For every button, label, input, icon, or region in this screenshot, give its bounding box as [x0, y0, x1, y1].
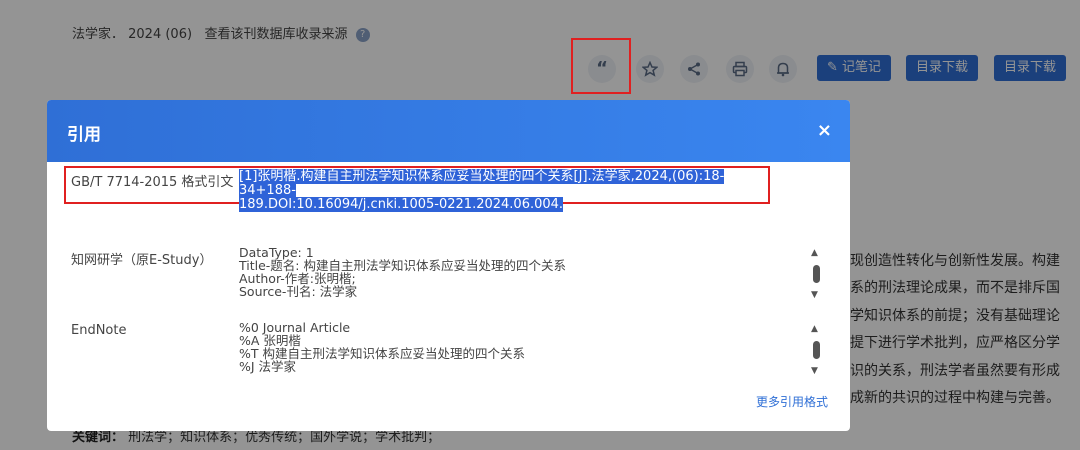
endnote-scrollbar[interactable]: ▲ ▼ — [809, 324, 823, 380]
estudy-citation-text[interactable]: DataType: 1 Title-题名: 构建自主刑法学知识体系应妥当处理的四… — [239, 246, 566, 298]
gb-citation-line-2: 189.DOI:10.16094/j.cnki.1005-0221.2024.0… — [239, 197, 564, 212]
estudy-line: Source-刊名: 法学家 — [239, 284, 358, 299]
gb-format-label: GB/T 7714-2015 格式引文 — [71, 175, 234, 190]
endnote-citation-text[interactable]: %0 Journal Article %A 张明楷 %T 构建自主刑法学知识体系… — [239, 321, 525, 373]
endnote-line: %J 法学家 — [239, 359, 297, 374]
scroll-down-icon[interactable]: ▼ — [811, 290, 818, 300]
citation-dialog: 引用 × GB/T 7714-2015 格式引文 [1]张明楷.构建自主刑法学知… — [47, 100, 850, 431]
dialog-title: 引用 — [67, 125, 101, 145]
more-formats-link[interactable]: 更多引用格式 — [756, 393, 828, 410]
close-icon[interactable]: × — [817, 120, 832, 141]
gb-citation-text[interactable]: [1]张明楷.构建自主刑法学知识体系应妥当处理的四个关系[J].法学家,2024… — [239, 169, 774, 212]
scroll-thumb[interactable] — [813, 341, 820, 359]
endnote-format-label: EndNote — [71, 323, 127, 338]
dialog-header: 引用 × — [47, 100, 850, 162]
cite-button-highlight — [571, 38, 631, 94]
gb-citation-line-1: [1]张明楷.构建自主刑法学知识体系应妥当处理的四个关系[J].法学家,2024… — [239, 169, 725, 198]
scroll-up-icon[interactable]: ▲ — [811, 324, 818, 334]
estudy-format-label: 知网研学（原E-Study） — [71, 253, 213, 268]
scroll-up-icon[interactable]: ▲ — [811, 248, 818, 258]
scroll-down-icon[interactable]: ▼ — [811, 366, 818, 376]
scroll-thumb[interactable] — [813, 265, 820, 283]
estudy-scrollbar[interactable]: ▲ ▼ — [809, 248, 823, 304]
